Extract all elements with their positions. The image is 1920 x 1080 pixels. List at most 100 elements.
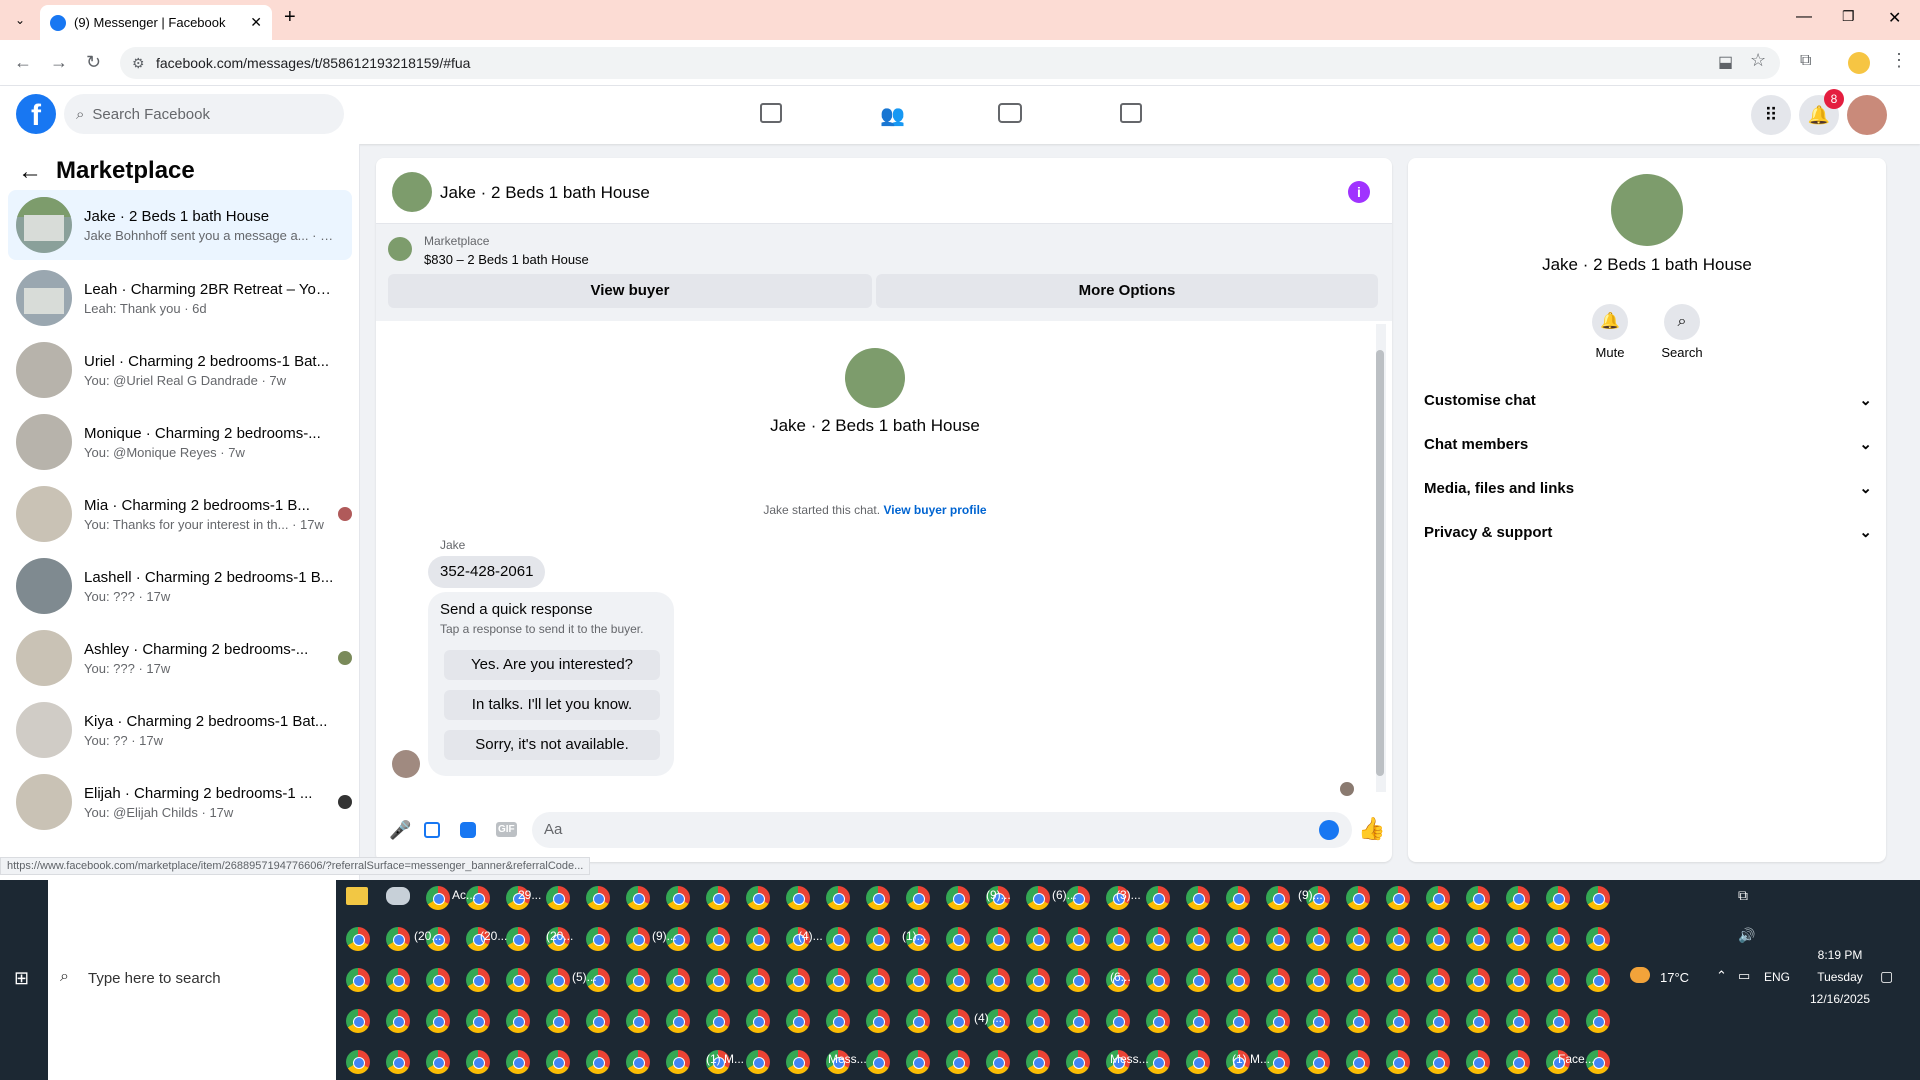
chrome-window-icon[interactable] — [906, 968, 930, 992]
message-input[interactable]: Aa — [532, 812, 1352, 848]
chrome-window-icon[interactable] — [1226, 1009, 1250, 1033]
search-conversation-button[interactable]: ⌕ — [1664, 304, 1700, 340]
facebook-logo-icon[interactable]: f — [16, 94, 56, 134]
chrome-window-icon[interactable] — [1346, 968, 1370, 992]
bookmark-star-icon[interactable]: ☆ — [1750, 50, 1766, 71]
chrome-window-icon[interactable] — [386, 1009, 410, 1033]
chrome-window-icon[interactable] — [1386, 1050, 1410, 1074]
chrome-window-icon[interactable] — [1066, 927, 1090, 951]
chrome-window-icon[interactable] — [1186, 1050, 1210, 1074]
conversation-item[interactable]: Lashell · Charming 2 bedrooms-1 B... You:… — [8, 551, 352, 621]
tray-chevron-icon[interactable]: ⌃ — [1716, 968, 1727, 984]
chrome-window-icon[interactable] — [1586, 886, 1610, 910]
chrome-window-icon[interactable] — [1346, 1009, 1370, 1033]
chrome-window-icon[interactable] — [426, 886, 450, 910]
chrome-window-icon[interactable] — [826, 927, 850, 951]
message-bubble[interactable]: 352-428-2061 — [428, 556, 546, 588]
chrome-window-icon[interactable] — [1026, 927, 1050, 951]
chrome-window-icon[interactable] — [746, 927, 770, 951]
chrome-window-icon[interactable] — [1146, 886, 1170, 910]
chrome-window-icon[interactable] — [1146, 1050, 1170, 1074]
chrome-window-icon[interactable] — [1026, 1009, 1050, 1033]
close-window-icon[interactable]: ✕ — [1888, 8, 1901, 28]
chrome-window-icon[interactable] — [1346, 927, 1370, 951]
chrome-window-icon[interactable] — [1346, 1050, 1370, 1074]
chrome-window-icon[interactable] — [1426, 886, 1450, 910]
gif-icon[interactable]: GIF — [496, 822, 517, 837]
chrome-window-icon[interactable] — [1466, 927, 1490, 951]
chrome-window-icon[interactable] — [946, 1009, 970, 1033]
chrome-window-icon[interactable] — [1066, 1009, 1090, 1033]
marketplace-nav-icon[interactable] — [1120, 103, 1142, 123]
notification-center-icon[interactable]: ▢ — [1880, 968, 1893, 985]
chrome-window-icon[interactable] — [1506, 886, 1530, 910]
chrome-window-icon[interactable] — [1266, 886, 1290, 910]
chrome-window-icon[interactable] — [546, 886, 570, 910]
chat-scrollbar[interactable] — [1376, 324, 1386, 792]
quick-reply-in-talks[interactable]: In talks. I'll let you know. — [444, 690, 660, 720]
chrome-window-icon[interactable] — [586, 927, 610, 951]
volume-icon[interactable]: 🔊 — [1738, 927, 1755, 944]
file-explorer-icon[interactable] — [346, 887, 368, 905]
chrome-window-icon[interactable] — [1386, 927, 1410, 951]
chrome-window-icon[interactable] — [346, 1050, 370, 1074]
chrome-window-icon[interactable] — [1426, 927, 1450, 951]
chrome-window-icon[interactable] — [826, 886, 850, 910]
chrome-window-icon[interactable] — [786, 968, 810, 992]
chrome-window-icon[interactable] — [906, 886, 930, 910]
chrome-window-icon[interactable] — [1306, 1050, 1330, 1074]
privacy-support-section[interactable]: Privacy & support ⌄ — [1422, 514, 1874, 550]
chrome-window-icon[interactable] — [986, 1050, 1010, 1074]
chrome-window-icon[interactable] — [1546, 1009, 1570, 1033]
chrome-window-icon[interactable] — [906, 1050, 930, 1074]
chrome-window-icon[interactable] — [1426, 1050, 1450, 1074]
thumbs-up-icon[interactable]: 👍 — [1358, 816, 1385, 842]
attach-photo-icon[interactable] — [424, 822, 440, 838]
chrome-window-icon[interactable] — [1226, 927, 1250, 951]
profile-icon[interactable] — [1848, 52, 1870, 74]
task-view-icon[interactable]: ⧉ — [1738, 887, 1748, 904]
chrome-window-icon[interactable] — [666, 1009, 690, 1033]
chrome-window-icon[interactable] — [946, 886, 970, 910]
chrome-window-icon[interactable] — [546, 1050, 570, 1074]
chrome-window-icon[interactable] — [546, 968, 570, 992]
chat-title[interactable]: Jake · 2 Beds 1 bath House — [440, 183, 650, 203]
chrome-window-icon[interactable] — [1066, 1050, 1090, 1074]
chrome-window-icon[interactable] — [586, 1050, 610, 1074]
chrome-window-icon[interactable] — [466, 968, 490, 992]
chrome-window-icon[interactable] — [666, 886, 690, 910]
chrome-window-icon[interactable] — [426, 968, 450, 992]
chrome-window-icon[interactable] — [706, 968, 730, 992]
chrome-window-icon[interactable] — [1506, 927, 1530, 951]
chrome-window-icon[interactable] — [1186, 968, 1210, 992]
back-icon[interactable]: ← — [14, 52, 32, 73]
chat-info-icon[interactable]: i — [1348, 181, 1370, 203]
chat-members-section[interactable]: Chat members ⌄ — [1422, 426, 1874, 462]
chrome-window-icon[interactable] — [426, 1050, 450, 1074]
chrome-window-icon[interactable] — [1306, 968, 1330, 992]
forward-icon[interactable]: → — [50, 52, 68, 73]
chrome-window-icon[interactable] — [866, 968, 890, 992]
chrome-window-icon[interactable] — [1466, 886, 1490, 910]
chrome-window-icon[interactable] — [386, 927, 410, 951]
conversation-item[interactable]: Kiya · Charming 2 bedrooms-1 Bat... You: … — [8, 695, 352, 765]
search-input[interactable]: ⌕ Search Facebook — [64, 94, 344, 134]
chrome-window-icon[interactable] — [626, 886, 650, 910]
chrome-window-icon[interactable] — [866, 1009, 890, 1033]
restore-icon[interactable]: ❐ — [1842, 8, 1855, 25]
chrome-window-icon[interactable] — [986, 968, 1010, 992]
friends-nav-icon[interactable]: 👥 — [880, 103, 905, 128]
windows-start-icon[interactable]: ⊞ — [14, 968, 29, 989]
sticker-icon[interactable] — [460, 822, 476, 838]
chrome-window-icon[interactable] — [1186, 886, 1210, 910]
chrome-window-icon[interactable] — [1386, 1009, 1410, 1033]
conversation-item[interactable]: Monique · Charming 2 bedrooms-... You: @M… — [8, 407, 352, 477]
home-nav-icon[interactable] — [760, 103, 782, 123]
chrome-window-icon[interactable] — [586, 1009, 610, 1033]
chrome-window-icon[interactable] — [1066, 968, 1090, 992]
chrome-window-icon[interactable] — [1546, 886, 1570, 910]
conversation-item[interactable]: Leah · Charming 2BR Retreat – You... Leah… — [8, 263, 352, 333]
chrome-window-icon[interactable] — [1026, 1050, 1050, 1074]
chrome-window-icon[interactable] — [786, 1009, 810, 1033]
chrome-window-icon[interactable] — [1306, 1009, 1330, 1033]
